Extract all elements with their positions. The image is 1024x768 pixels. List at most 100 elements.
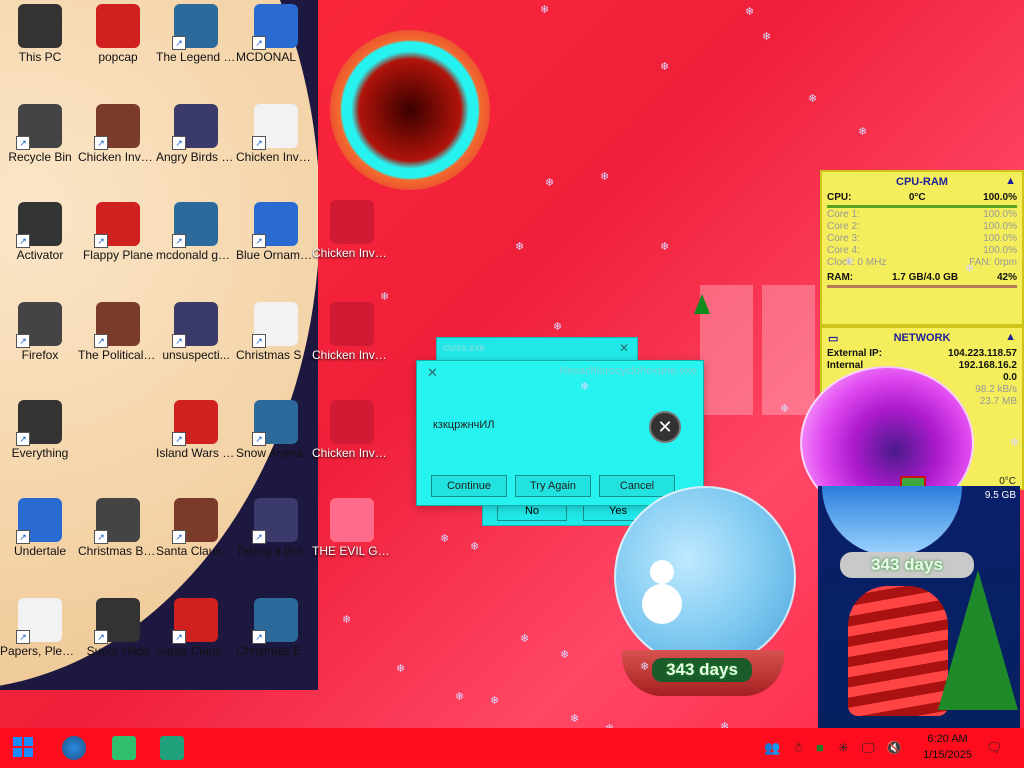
shortcut-arrow-icon: ↗ <box>172 36 186 50</box>
shortcut-arrow-icon: ↗ <box>172 530 186 544</box>
try-again-button[interactable]: Try Again <box>515 475 591 497</box>
volume-mute-icon[interactable]: 🔇 <box>886 740 902 756</box>
shortcut-arrow-icon: ↗ <box>16 630 30 644</box>
external-ip: 104.223.118.57 <box>948 348 1017 359</box>
dialog-message: кзкцржнчИЛ <box>433 419 495 431</box>
core-percent: 100.0% <box>983 221 1017 232</box>
chicken-invaders-2-shortcut[interactable]: ↗Chicken Invaders 2 <box>78 100 158 165</box>
countdown-widget: 343 days 9.5 GB 0°C <box>818 476 1020 728</box>
christmas-sweets-shortcut[interactable]: ↗Christmas Sweets.exe <box>236 298 316 363</box>
snowflake-icon: ❄ <box>780 403 790 415</box>
help-app-icon[interactable] <box>160 736 184 760</box>
tree-cursor-icon <box>694 294 710 314</box>
chicken-invaders-col5-b-shortcut[interactable]: Chicken Invaders... <box>312 298 392 363</box>
angry-birds-seasons-icon: ↗ <box>172 104 218 150</box>
shortcut-arrow-icon: ↗ <box>172 234 186 248</box>
icon-label: Christmas Eve Crisis <box>236 644 316 658</box>
chicken-invaders-c-shortcut[interactable]: ↗Chicken Invaders C... <box>236 100 316 165</box>
shortcut-arrow-icon: ↗ <box>252 530 266 544</box>
chicken-invaders-col5-c-shortcut[interactable]: Chicken Invaders... <box>312 396 392 461</box>
santa-claus-trouble-a-shortcut[interactable]: ↗Santa Claus in Trouble... A... <box>156 594 236 659</box>
error-dialog-window[interactable]: ✕ Hexachlorocyclohexane.exe кзкцржнчИЛ ✕… <box>416 360 704 506</box>
shortcut-arrow-icon: ↗ <box>94 136 108 150</box>
shortcut-arrow-icon: ↗ <box>252 630 266 644</box>
evil-green-shortcut[interactable]: THE EVIL GREEN ME... <box>312 494 392 559</box>
wallpaper-window-logo <box>700 285 815 415</box>
popcap-shortcut[interactable]: popcap <box>78 0 158 65</box>
dialog-close-icon[interactable]: ✕ <box>427 365 438 381</box>
santa-claus-trouble-a-icon: ↗ <box>172 598 218 644</box>
snowman-tray-icon[interactable]: ☃ <box>792 740 804 756</box>
recycle-bin-shortcut[interactable]: ↗ Recycle Bin <box>0 100 80 165</box>
upload-rate: 98.2 kB/s <box>975 384 1017 395</box>
everything-shortcut[interactable]: ↗ Everything <box>0 396 80 461</box>
notifications-icon[interactable]: 🗨 <box>986 740 1003 756</box>
icon-label: Chicken Invaders... <box>312 246 392 260</box>
political-machine-shortcut[interactable]: ↗The Political Machine 2... <box>78 298 158 363</box>
file-explorer-icon[interactable] <box>112 736 136 760</box>
snowflake-icon: ❄ <box>470 541 480 553</box>
icon-label: Everything <box>11 446 69 460</box>
mcdonald-games-shortcut[interactable]: ↗mcdonald games <box>156 198 236 263</box>
santa-claus-trouble-shortcut[interactable]: ↗Santa Claus in Trouble <box>156 494 236 559</box>
political-machine-icon: ↗ <box>94 302 140 348</box>
this-pc-shortcut[interactable]: This PC <box>0 0 80 65</box>
icon-label: Recycle Bin <box>8 150 72 164</box>
system-clock[interactable]: 6:20 AM 1/15/2025 <box>923 731 972 763</box>
flappy-plane-shortcut[interactable]: ↗ Flappy Plane <box>78 198 158 263</box>
snowflake-icon: ❄ <box>762 31 772 43</box>
clock-time: 6:20 AM <box>927 733 968 745</box>
sparkle-icon[interactable]: ✳ <box>838 740 849 756</box>
activator-shortcut[interactable]: ↗ Activator <box>0 198 80 263</box>
snowflake-icon: ❄ <box>845 256 855 268</box>
unsuspecti-shortcut[interactable]: ↗ unsuspecti... <box>156 298 236 363</box>
shortcut-arrow-icon: ↗ <box>16 136 30 150</box>
cpu-ram-gadget[interactable]: CPU-RAM ▲ CPU: 0°C 100.0% Core 1: 100.0% C… <box>820 170 1024 326</box>
angry-birds-seasons-shortcut[interactable]: ↗Angry Birds Seasons <box>156 100 236 165</box>
clock-readout: Clock: 0 MHz <box>827 257 887 268</box>
gadget-menu-icon[interactable]: ▲ <box>1005 175 1016 187</box>
tray-app-icon[interactable]: ■ <box>816 740 824 755</box>
dialog-title: Hexachlorocyclohexane.exe <box>559 365 697 377</box>
network-menu-icon[interactable]: ▲ <box>1005 331 1016 343</box>
super-hilda-shortcut[interactable]: ↗ Super Hilda <box>78 594 158 659</box>
snow-globe-base: 343 days <box>622 650 784 696</box>
unsuspecti-icon: ↗ <box>172 302 218 348</box>
papers-please-shortcut[interactable]: ↗ Papers, Please <box>0 594 80 659</box>
firefox-shortcut[interactable]: ↗ Firefox <box>0 298 80 363</box>
snow-animals-icon: ↗ <box>252 400 298 446</box>
island-wars-shortcut[interactable]: ↗Island Wars 2 Xmas <box>156 396 236 461</box>
snowflake-icon: ❄ <box>560 649 570 661</box>
continue-button[interactable]: Continue <box>431 475 507 497</box>
snowflake-icon: ❄ <box>540 4 550 16</box>
christmas-browser-shortcut[interactable]: ↗Christmas Browser 99 <box>78 494 158 559</box>
snowflake-icon: ❄ <box>1010 437 1020 449</box>
people-icon[interactable]: 👥 <box>764 740 780 756</box>
blue-ornaments-shortcut[interactable]: ↗Blue Ornaments.... <box>236 198 316 263</box>
cancel-button[interactable]: Cancel <box>599 475 675 497</box>
icon-label: Firefox <box>21 348 59 362</box>
network-icon[interactable]: 🖵 <box>862 740 875 756</box>
icon-label: MCDONAL TREASURE... <box>236 50 316 64</box>
back-dialog-close-icon[interactable]: ✕ <box>619 341 629 355</box>
christmas-eve-crisis-shortcut[interactable]: ↗Christmas Eve Crisis <box>236 594 316 659</box>
browser-icon[interactable] <box>62 736 86 760</box>
start-button[interactable] <box>12 736 36 760</box>
snow-animals-shortcut[interactable]: ↗Snow Animals.exe <box>236 396 316 461</box>
flappy-plane-icon: ↗ <box>94 202 140 248</box>
taking-a-break-shortcut[interactable]: ↗Taking a Break.exe <box>236 494 316 559</box>
undertale-shortcut[interactable]: ↗ Undertale <box>0 494 80 559</box>
taking-a-break-icon: ↗ <box>252 498 298 544</box>
legend-of-zilda-shortcut[interactable]: ↗The Legend of Zilda <box>156 0 236 65</box>
ram-percent: 42% <box>996 272 1017 283</box>
mcdonal-treasure-shortcut[interactable]: ↗MCDONAL TREASURE... <box>236 0 316 65</box>
mcdonal-treasure-icon: ↗ <box>252 4 298 50</box>
activator-icon: ↗ <box>16 202 62 248</box>
core-row: Core 1: 100.0% <box>822 209 1022 221</box>
core-label: Core 1: <box>827 209 860 220</box>
icon-label: Blue Ornaments.... <box>236 248 316 262</box>
shortcut-arrow-icon: ↗ <box>172 136 186 150</box>
snowflake-icon: ❄ <box>745 6 755 18</box>
icon-label: The Political Machine 2... <box>78 348 158 362</box>
chicken-invaders-col5-a-shortcut[interactable]: Chicken Invaders... <box>312 196 392 261</box>
